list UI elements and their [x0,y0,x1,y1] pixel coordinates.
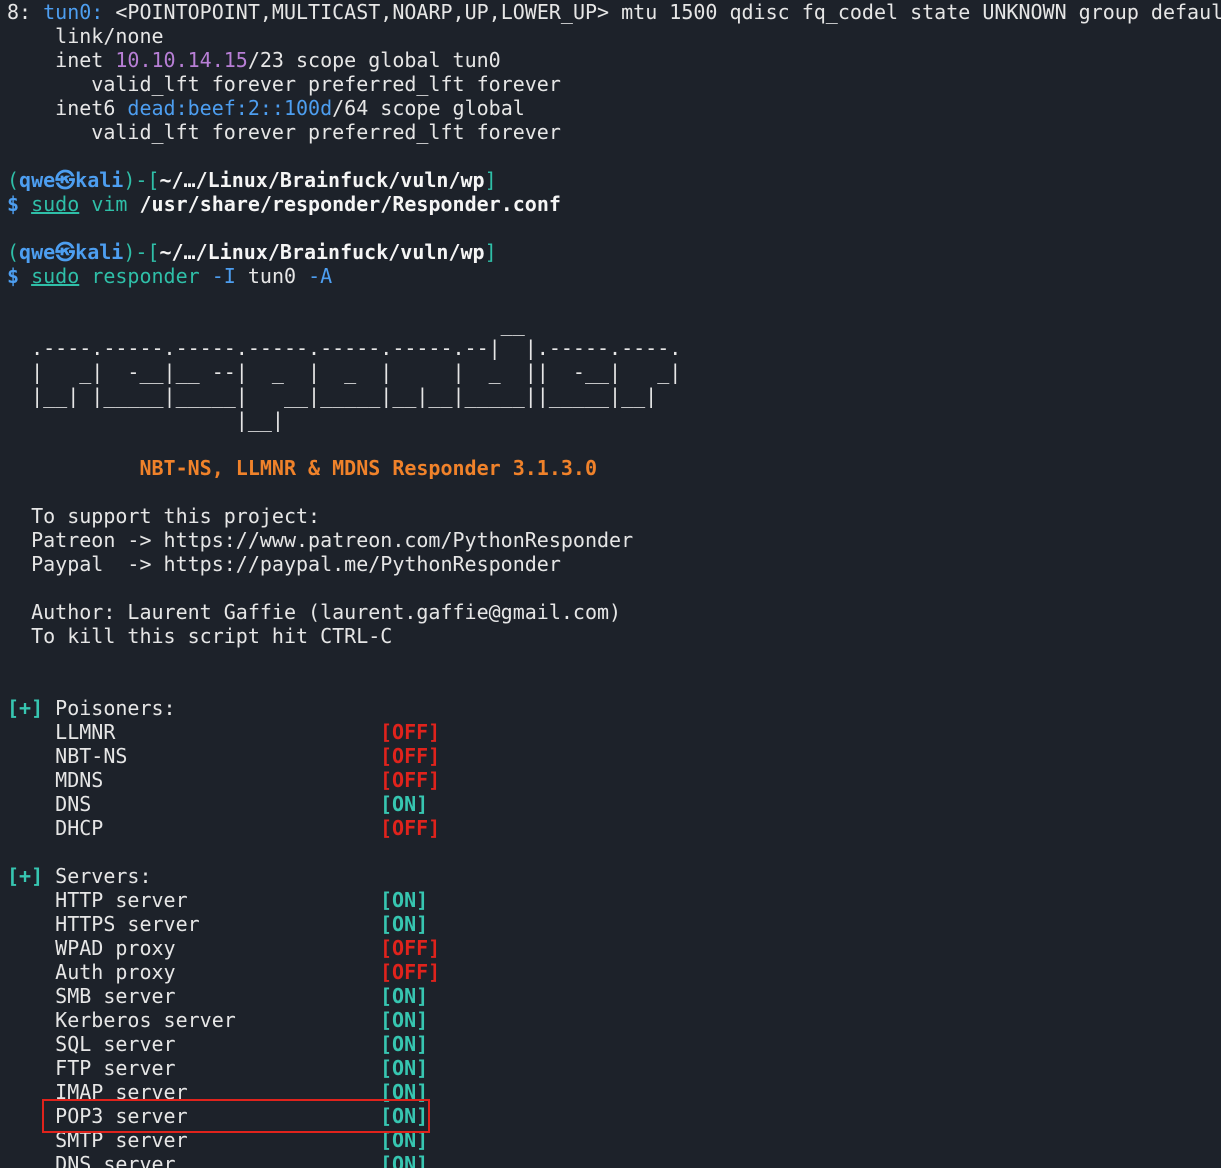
command-line-1: $ sudo vim /usr/share/responder/Responde… [7,192,561,216]
poisoner-name: NBT-NS [7,744,128,768]
poisoner-name: DNS [7,792,92,816]
server-row: HTTP server [ON] [7,888,1221,912]
responder-ascii-banner: __ .----.-----.-----.-----.-----.-----.-… [7,312,682,432]
server-name: HTTP server [7,888,188,912]
iface-inet6-line: inet6 dead:beef:2::100d/64 scope global [7,96,525,120]
prompt-header-1: (qwe㉿kali)-[~/…/Linux/Brainfuck/vuln/wp] [7,168,497,192]
poisoner-row: NBT-NS [OFF] [7,744,1221,768]
server-status-badge: [ON] [380,888,429,912]
server-row: SMB server [ON] [7,984,1221,1008]
iface-valid-line-2: valid_lft forever preferred_lft forever [7,120,561,144]
prompt-path: ~/…/Linux/Brainfuck/vuln/wp [159,168,485,192]
servers-header: [+] Servers: [7,864,152,888]
server-name: HTTPS server [7,912,200,936]
server-status-badge: [ON] [380,1152,429,1168]
poisoner-status-badge: [OFF] [380,744,441,768]
iface-line-2: link/none [7,24,164,48]
skull-icon: ㉿ [55,240,76,264]
server-status-badge: [ON] [380,1056,429,1080]
skull-icon: ㉿ [55,168,76,192]
server-status-badge: [ON] [380,1032,429,1056]
server-name: Kerberos server [7,1008,236,1032]
patreon-line: Patreon -> https://www.patreon.com/Pytho… [7,528,634,552]
poisoner-name: MDNS [7,768,104,792]
poisoner-status-badge: [OFF] [380,720,441,744]
poisoner-status-badge: [ON] [380,792,429,816]
support-line: To support this project: [7,504,321,528]
server-status-badge: [OFF] [380,960,441,984]
paypal-line: Paypal -> https://paypal.me/PythonRespon… [7,552,561,576]
inet6-address: dead:beef:2::100d [127,96,333,120]
iface-inet-line: inet 10.10.14.15/23 scope global tun0 [7,48,501,72]
iface-line-1: 8: tun0: <POINTOPOINT,MULTICAST,NOARP,UP… [7,0,1221,24]
author-line: Author: Laurent Gaffie (laurent.gaffie@g… [7,600,622,624]
command-line-2: $ sudo responder -I tun0 -A [7,264,333,288]
server-name: WPAD proxy [7,936,176,960]
poisoners-header: [+] Poisoners: [7,696,176,720]
poisoner-name: LLMNR [7,720,116,744]
server-row: SQL server [ON] [7,1032,1221,1056]
server-row: HTTPS server [ON] [7,912,1221,936]
server-row: Kerberos server [ON] [7,1008,1221,1032]
server-row: WPAD proxy [OFF] [7,936,1221,960]
server-row: Auth proxy [OFF] [7,960,1221,984]
server-status-badge: [ON] [380,984,429,1008]
smtp-server-highlight-box [42,1099,430,1133]
poisoner-row: LLMNR [OFF] [7,720,1221,744]
server-name: SMB server [7,984,176,1008]
inet-address: 10.10.14.15 [115,48,248,72]
server-name: FTP server [7,1056,176,1080]
prompt-path: ~/…/Linux/Brainfuck/vuln/wp [159,240,485,264]
iface-valid-line-1: valid_lft forever preferred_lft forever [7,72,561,96]
poisoner-status-badge: [OFF] [380,768,441,792]
poisoner-row: DHCP [OFF] [7,816,1221,840]
terminal-window[interactable]: 8: tun0: <POINTOPOINT,MULTICAST,NOARP,UP… [0,0,1221,1168]
responder-title: NBT-NS, LLMNR & MDNS Responder 3.1.3.0 [7,456,598,480]
server-row: DNS server [ON] [7,1152,1221,1168]
server-name: DNS server [7,1152,176,1168]
poisoners-list: LLMNR [OFF] NBT-NS [OFF] MDNS [OFF] DNS [ON]… [7,720,1221,840]
server-status-badge: [ON] [380,1008,429,1032]
poisoner-status-badge: [OFF] [380,816,441,840]
kill-hint-line: To kill this script hit CTRL-C [7,624,393,648]
server-status-badge: [ON] [380,912,429,936]
server-status-badge: [OFF] [380,936,441,960]
server-name: SQL server [7,1032,176,1056]
poisoner-name: DHCP [7,816,104,840]
poisoner-row: DNS [ON] [7,792,1221,816]
server-name: Auth proxy [7,960,176,984]
prompt-header-2: (qwe㉿kali)-[~/…/Linux/Brainfuck/vuln/wp] [7,240,497,264]
server-row: FTP server [ON] [7,1056,1221,1080]
poisoner-row: MDNS [OFF] [7,768,1221,792]
